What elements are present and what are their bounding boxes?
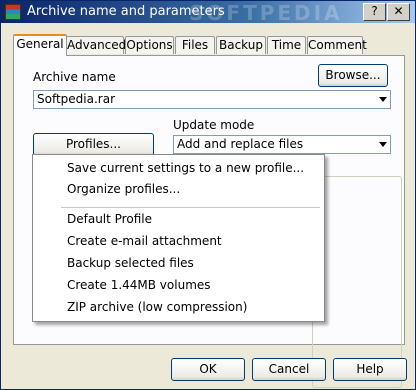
update-mode-value: Add and replace files [177, 137, 304, 151]
tab-comment[interactable]: Comment [307, 36, 367, 54]
menu-item-default-profile[interactable]: Default Profile [67, 210, 152, 228]
close-title-button[interactable]: ✕ [387, 3, 410, 21]
dropdown-arrow-icon[interactable] [379, 142, 387, 147]
update-mode-label: Update mode [173, 118, 255, 132]
archive-name-combobox[interactable]: Softpedia.rar [33, 90, 391, 109]
menu-separator [61, 207, 320, 208]
title-bar[interactable]: Archive name and parameters ? ✕ [1, 1, 415, 23]
menu-item-save-profile[interactable]: Save current settings to a new profile..… [67, 159, 304, 177]
cancel-button[interactable]: Cancel [252, 358, 326, 381]
profiles-menu: Save current settings to a new profile..… [32, 154, 325, 322]
tab-time[interactable]: Time [267, 36, 306, 54]
tab-general[interactable]: General [13, 34, 67, 56]
tab-backup[interactable]: Backup [216, 36, 266, 54]
archive-dialog: Archive name and parameters ? ✕ General … [0, 0, 416, 390]
winrar-app-icon [5, 4, 21, 20]
menu-item-volumes[interactable]: Create 1.44MB volumes [67, 276, 211, 294]
dropdown-arrow-icon[interactable] [379, 97, 387, 102]
menu-item-zip-low[interactable]: ZIP archive (low compression) [67, 298, 247, 316]
archive-name-label: Archive name [33, 70, 116, 84]
menu-item-email-attachment[interactable]: Create e-mail attachment [67, 232, 222, 250]
profiles-button[interactable]: Profiles... [33, 133, 154, 156]
archive-name-value: Softpedia.rar [37, 92, 116, 106]
tab-files[interactable]: Files [175, 36, 215, 54]
tab-advanced[interactable]: Advanced [66, 36, 126, 54]
help-button[interactable]: Help [333, 358, 407, 381]
help-title-button[interactable]: ? [363, 3, 386, 21]
menu-item-organize-profiles[interactable]: Organize profiles... [67, 180, 180, 198]
ok-button[interactable]: OK [171, 358, 245, 381]
archiving-options-groupbox [312, 176, 402, 388]
window-title: Archive name and parameters [27, 4, 225, 19]
update-mode-select[interactable]: Add and replace files [173, 135, 391, 154]
browse-button[interactable]: Browse... [318, 64, 388, 87]
menu-item-backup-files[interactable]: Backup selected files [67, 254, 194, 272]
tab-options[interactable]: Options [125, 36, 174, 54]
